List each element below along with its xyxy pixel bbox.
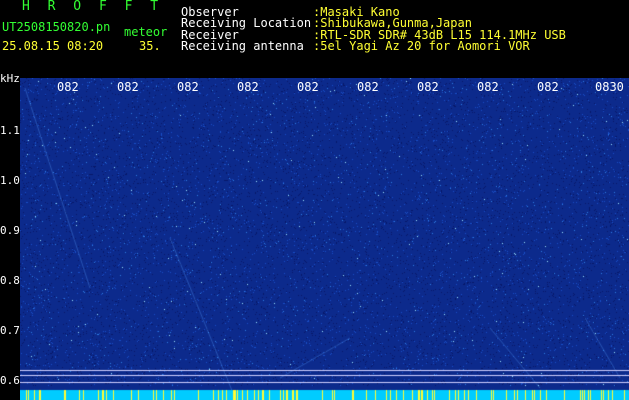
time-tick-label: 082 [357, 80, 379, 94]
detection-count: 35. [139, 39, 161, 53]
time-tick-label: 082 [237, 80, 259, 94]
time-tick-label: 082 [177, 80, 199, 94]
frequency-axis: kHz 1.1 1.0 0.9 0.8 0.7 0.6 [0, 70, 20, 400]
time-tick-label: 082 [537, 80, 559, 94]
app-title: H R O F F T [22, 0, 164, 14]
time-tick-label: 082 [117, 80, 139, 94]
time-tick-label: 0830 [595, 80, 624, 94]
y-tick-label: 1.0 [0, 174, 20, 187]
time-tick-label: 082 [477, 80, 499, 94]
axis-unit: kHz [0, 72, 20, 85]
time-tick-label: 082 [57, 80, 79, 94]
y-tick-label: 1.1 [0, 124, 20, 137]
y-tick-label: 0.7 [0, 324, 20, 337]
spectrogram [20, 78, 629, 400]
file-name: UT2508150820.pn [2, 20, 111, 34]
time-tick-label: 082 [417, 80, 439, 94]
detection-tag: meteor [124, 25, 168, 39]
y-tick-label: 0.9 [0, 224, 20, 237]
y-tick-label: 0.6 [0, 374, 20, 387]
y-tick-label: 0.8 [0, 274, 20, 287]
datetime: 25.08.15 08:20 [2, 39, 104, 53]
antenna-label: Receiving antenna [181, 39, 304, 53]
time-tick-label: 082 [297, 80, 319, 94]
antenna-value: :5el Yagi Az 20 for Aomori VOR [313, 39, 530, 53]
